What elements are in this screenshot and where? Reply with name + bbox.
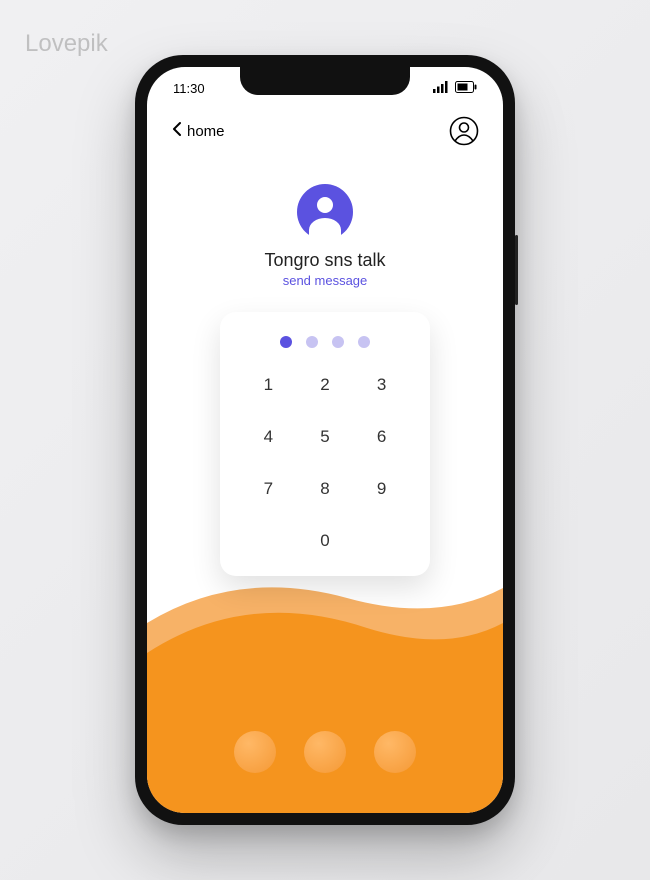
phone-notch — [240, 67, 410, 95]
key-3[interactable]: 3 — [362, 368, 402, 402]
status-time: 11:30 — [173, 81, 205, 96]
key-7[interactable]: 7 — [248, 472, 288, 506]
phone-screen: 11:30 home — [147, 67, 503, 813]
signal-icon — [433, 81, 449, 96]
key-0[interactable]: 0 — [305, 524, 345, 558]
key-4[interactable]: 4 — [248, 420, 288, 454]
action-button-1[interactable] — [234, 731, 276, 773]
pin-indicator — [240, 336, 410, 348]
key-1[interactable]: 1 — [248, 368, 288, 402]
contact-avatar — [297, 184, 353, 240]
bottom-action-bar — [147, 731, 503, 773]
key-6[interactable]: 6 — [362, 420, 402, 454]
phone-side-button — [515, 235, 518, 305]
key-9[interactable]: 9 — [362, 472, 402, 506]
contact-name: Tongro sns talk — [264, 250, 385, 271]
pin-dot-3 — [332, 336, 344, 348]
nav-bar: home — [147, 96, 503, 166]
profile-button[interactable] — [449, 116, 479, 146]
chevron-left-icon — [171, 121, 183, 141]
key-2[interactable]: 2 — [305, 368, 345, 402]
user-circle-icon — [449, 116, 479, 146]
battery-icon — [455, 81, 477, 96]
status-icons — [433, 81, 477, 96]
watermark-corner: Lovepik — [25, 30, 108, 58]
back-label: home — [187, 123, 225, 140]
phone-frame: 11:30 home — [135, 55, 515, 825]
pin-dot-1 — [280, 336, 292, 348]
content-area: Tongro sns talk send message 1 2 3 4 5 6… — [147, 166, 503, 576]
action-button-3[interactable] — [374, 731, 416, 773]
keypad-card: 1 2 3 4 5 6 7 8 9 0 — [220, 312, 430, 576]
keypad-grid: 1 2 3 4 5 6 7 8 9 0 — [240, 368, 410, 558]
action-button-2[interactable] — [304, 731, 346, 773]
back-button[interactable]: home — [171, 121, 225, 141]
key-5[interactable]: 5 — [305, 420, 345, 454]
pin-dot-4 — [358, 336, 370, 348]
pin-dot-2 — [306, 336, 318, 348]
key-8[interactable]: 8 — [305, 472, 345, 506]
send-message-link[interactable]: send message — [283, 273, 368, 288]
